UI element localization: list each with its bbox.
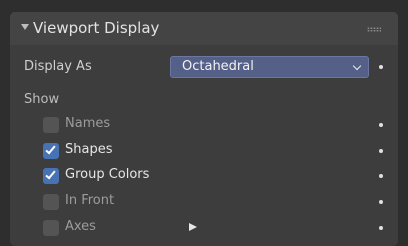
shapes-decorator-dot[interactable] [379,149,383,153]
panel-header[interactable]: Viewport Display [10,12,398,45]
show-shapes-row[interactable]: Shapes [43,142,383,160]
panel-title: Viewport Display [33,19,160,37]
display-as-dropdown[interactable]: Octahedral [170,56,369,78]
viewport-display-panel: Viewport Display Display As Octahedral S… [10,12,398,246]
checkmark-icon [45,168,56,180]
axes-decorator-dot[interactable] [379,226,383,230]
names-label: Names [65,116,111,131]
axes-checkbox[interactable] [43,220,59,236]
mouse-cursor-icon [189,223,197,231]
shapes-checkbox[interactable] [43,143,59,159]
group-colors-checkbox[interactable] [43,168,59,184]
checkmark-icon [45,143,56,155]
show-in-front-row[interactable]: In Front [43,193,383,211]
group-colors-label: Group Colors [65,167,150,182]
show-names-row[interactable]: Names [43,116,383,134]
group-colors-decorator-dot[interactable] [379,174,383,178]
triangle-down-icon[interactable] [21,24,29,30]
in-front-decorator-dot[interactable] [379,200,383,204]
drag-handle-icon[interactable] [367,27,381,32]
display-as-value: Octahedral [182,59,254,74]
show-label: Show [24,92,60,107]
show-group-colors-row[interactable]: Group Colors [43,167,383,185]
names-checkbox[interactable] [43,117,59,133]
in-front-checkbox[interactable] [43,194,59,210]
chevron-down-icon [352,61,362,71]
shapes-label: Shapes [65,142,113,157]
in-front-label: In Front [65,193,115,208]
axes-label: Axes [65,219,96,234]
show-axes-row[interactable]: Axes [43,219,383,237]
names-decorator-dot[interactable] [379,123,383,127]
properties-editor: Viewport Display Display As Octahedral S… [0,0,408,246]
display-as-label: Display As [24,59,92,74]
display-as-decorator-dot[interactable] [379,65,383,69]
